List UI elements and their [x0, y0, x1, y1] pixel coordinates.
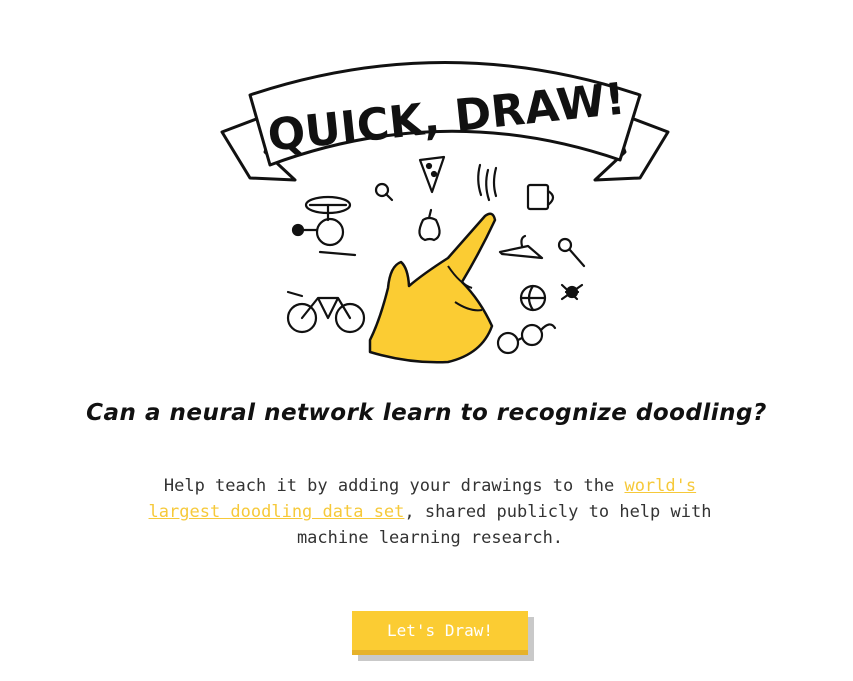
pushpin-icon	[557, 237, 586, 268]
pizza-icon	[418, 155, 446, 194]
description: Help teach it by adding your drawings to…	[130, 473, 730, 551]
hero-illustration: QUICK, DRAW!	[220, 61, 670, 364]
bicycle-icon	[286, 290, 366, 334]
pointing-hand-icon	[368, 212, 497, 364]
steam-icon	[477, 163, 498, 202]
basketball-icon	[519, 284, 547, 312]
mug-icon	[526, 183, 555, 211]
description-text-1: Help teach it by adding your drawings to…	[163, 476, 625, 496]
hanger-icon	[498, 234, 544, 260]
tagline: Can a neural network learn to recognize …	[86, 400, 767, 426]
lets-draw-button[interactable]: Let's Draw!	[352, 611, 528, 655]
helicopter-icon	[291, 195, 357, 257]
glasses-icon	[496, 323, 557, 355]
spider-icon	[560, 283, 584, 301]
apple-icon	[418, 208, 441, 242]
lightbulb-icon	[374, 182, 394, 202]
